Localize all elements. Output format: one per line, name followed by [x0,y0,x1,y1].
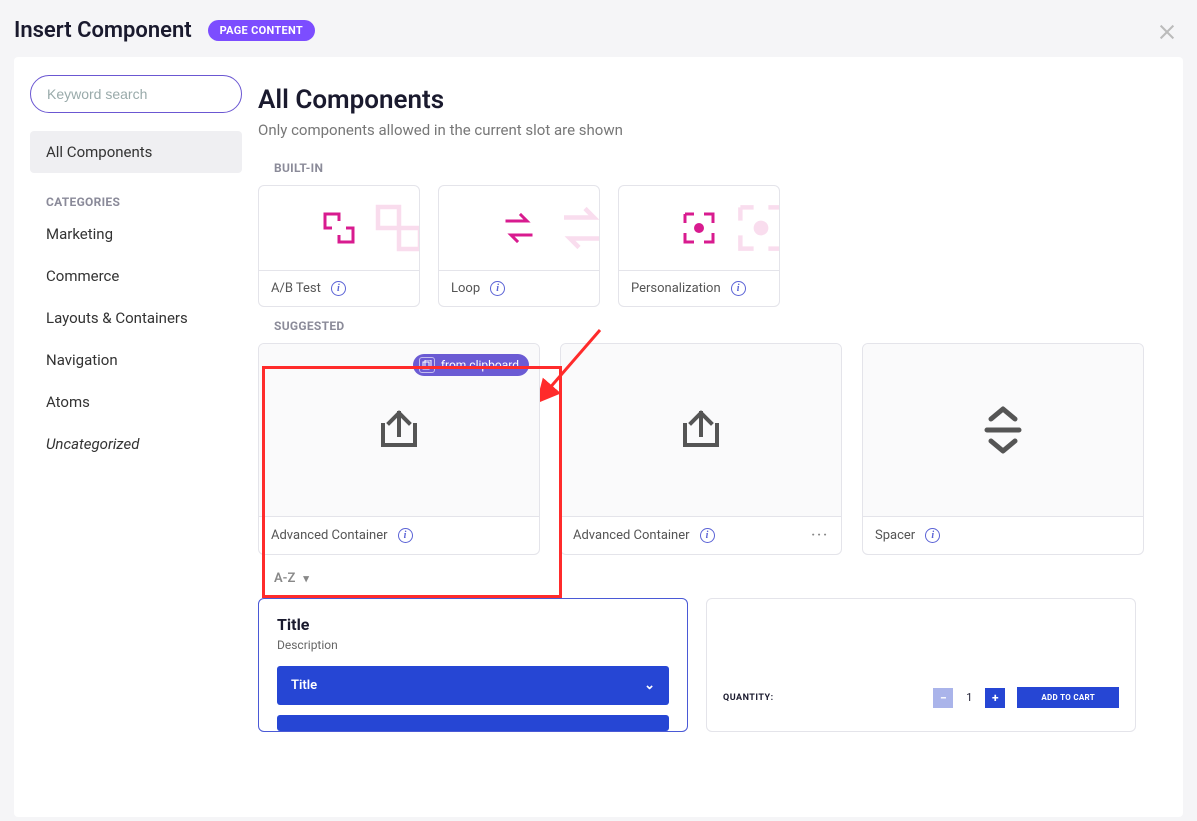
info-icon[interactable] [925,528,940,543]
search-wrap[interactable] [30,75,242,113]
info-icon[interactable] [700,528,715,543]
info-icon[interactable] [731,281,746,296]
main-subtitle: Only components allowed in the current s… [258,121,1163,139]
built-in-abtest[interactable]: A/B Test [258,185,420,307]
close-icon[interactable] [1157,22,1177,42]
chevron-down-icon: ⌄ [644,678,655,693]
spacer-icon [983,405,1023,455]
page-content-badge: PAGE CONTENT [208,20,315,41]
preview-bar: Title ⌄ [277,666,669,705]
sidebar-item-commerce[interactable]: Commerce [30,255,242,297]
categories-heading: CATEGORIES [30,185,242,213]
built-in-heading: BUILT-IN [258,161,1163,175]
add-to-cart-button[interactable]: ADD TO CART [1017,687,1119,708]
component-card-accordion[interactable]: Title Description Title ⌄ [258,598,688,732]
sidebar-item-navigation[interactable]: Navigation [30,339,242,381]
suggested-card-clipboard[interactable]: from clipboard Advanced Container [258,343,540,555]
preview-bar-solid [277,715,669,731]
suggested-heading: SUGGESTED [258,319,1163,333]
info-icon[interactable] [490,281,505,296]
sidebar-item-uncategorized[interactable]: Uncategorized [30,423,242,465]
quantity-value: 1 [959,691,979,704]
sidebar-all-components[interactable]: All Components [30,131,242,173]
sidebar-item-layouts[interactable]: Layouts & Containers [30,297,242,339]
built-in-personalization-label: Personalization [631,281,721,296]
main-title: All Components [258,85,1163,115]
loop-icon [501,213,537,243]
quantity-minus-button[interactable]: − [933,688,953,708]
info-icon[interactable] [331,281,346,296]
container-icon [375,409,423,451]
built-in-loop-label: Loop [451,281,480,296]
container-icon [677,409,725,451]
personalization-icon [680,209,718,247]
clipboard-icon [419,357,435,373]
from-clipboard-badge: from clipboard [413,354,529,376]
sidebar-item-marketing[interactable]: Marketing [30,213,242,255]
suggested-card-clipboard-label: Advanced Container [271,528,388,543]
quantity-plus-button[interactable]: + [985,688,1005,708]
sidebar-item-atoms[interactable]: Atoms [30,381,242,423]
modal-title: Insert Component [14,18,192,43]
component-card-quantity[interactable]: QUANTITY: − 1 + ADD TO CART [706,598,1136,732]
sort-dropdown[interactable]: A-Z ▾ [258,555,1163,598]
sidebar: All Components CATEGORIES Marketing Comm… [14,57,258,817]
suggested-card-advanced-container[interactable]: Advanced Container ··· [560,343,842,555]
suggested-card-spacer-label: Spacer [875,528,915,543]
search-input[interactable] [47,86,228,102]
main-content: All Components Only components allowed i… [258,57,1183,817]
preview-desc: Description [277,638,669,652]
quantity-label: QUANTITY: [723,693,774,703]
info-icon[interactable] [398,528,413,543]
suggested-card-spacer[interactable]: Spacer [862,343,1144,555]
abtest-icon [319,208,359,248]
chevron-down-icon: ▾ [303,572,309,585]
suggested-card-advanced-container-label: Advanced Container [573,528,690,543]
built-in-personalization[interactable]: Personalization [618,185,780,307]
built-in-abtest-label: A/B Test [271,281,321,296]
more-menu-icon[interactable]: ··· [811,528,829,543]
preview-title: Title [277,615,669,634]
built-in-loop[interactable]: Loop [438,185,600,307]
